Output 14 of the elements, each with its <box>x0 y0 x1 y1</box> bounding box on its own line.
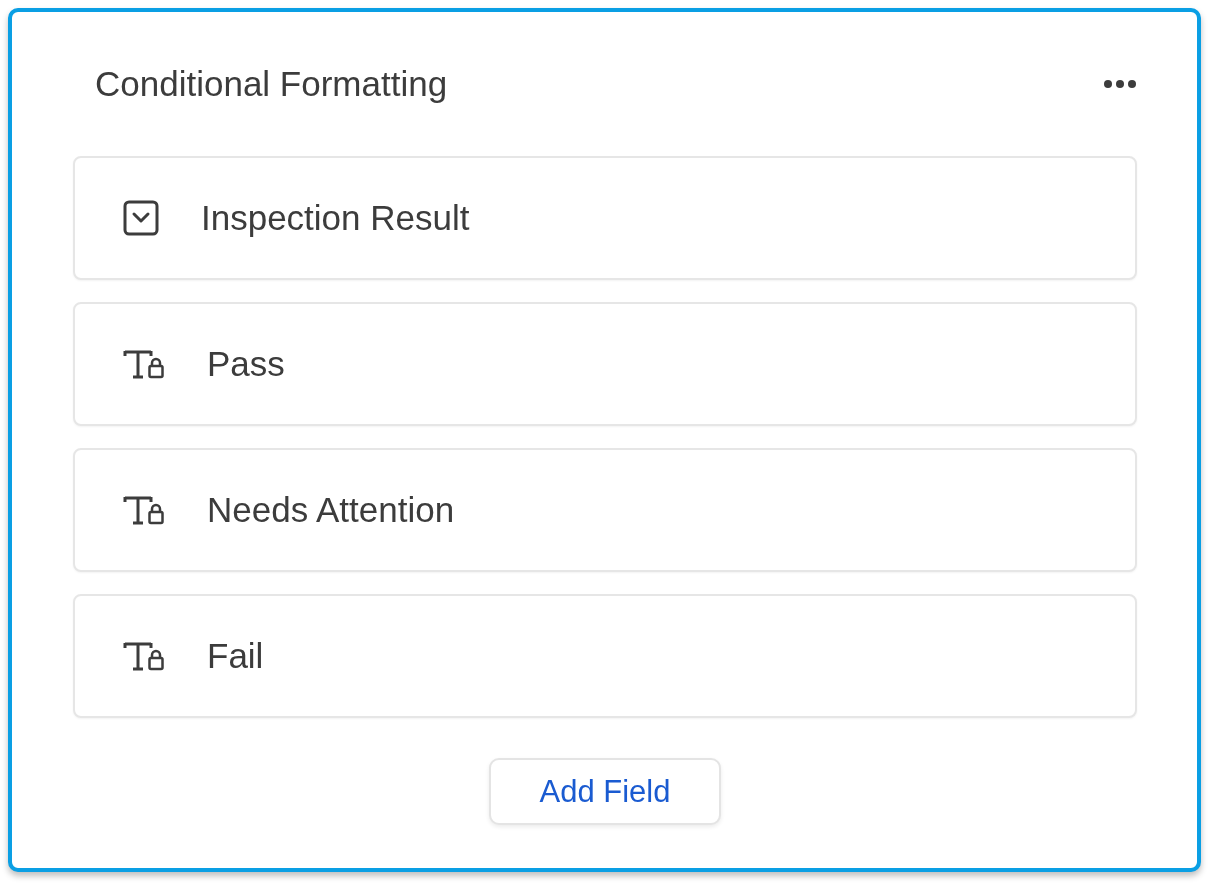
text-lock-icon <box>123 349 165 379</box>
field-row[interactable]: Inspection Result <box>73 156 1137 280</box>
field-label: Pass <box>207 344 285 384</box>
dropdown-icon <box>123 200 159 236</box>
field-row[interactable]: Fail <box>73 594 1137 718</box>
field-label: Inspection Result <box>201 198 470 238</box>
panel-title: Conditional Formatting <box>95 64 448 104</box>
text-lock-icon <box>123 641 165 671</box>
field-row[interactable]: Pass <box>73 302 1137 426</box>
field-row[interactable]: Needs Attention <box>73 448 1137 572</box>
add-field-button[interactable]: Add Field <box>489 758 721 825</box>
text-lock-icon <box>123 495 165 525</box>
field-label: Needs Attention <box>207 490 455 530</box>
field-label: Fail <box>207 636 264 676</box>
